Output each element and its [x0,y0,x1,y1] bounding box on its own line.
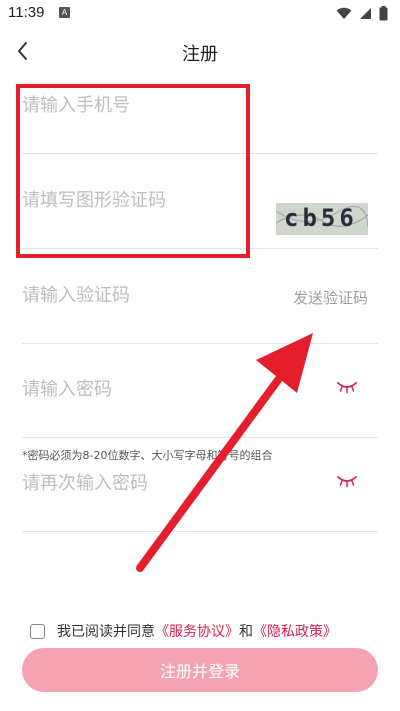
status-time: 11:39 [8,4,45,21]
code-field: 发送验证码 [22,250,378,344]
captcha-text: cb56 [284,204,358,232]
notification-icon: A [59,7,70,18]
privacy-policy-link[interactable]: 《隐私政策》 [253,621,337,641]
agreement-checkbox[interactable] [30,623,45,639]
battery-icon [379,6,388,21]
eye-closed-icon[interactable] [336,380,358,394]
confirm-password-field [22,438,378,532]
service-agreement-link[interactable]: 《服务协议》 [155,621,239,641]
phone-field [22,60,378,154]
agreement-row: 我已阅读并同意 《服务协议》 和 《隐私政策》 [30,619,380,643]
code-input[interactable] [22,280,262,310]
captcha-image[interactable]: cb56 [276,203,368,235]
register-login-button[interactable]: 注册并登录 [22,648,378,692]
captcha-input[interactable] [22,185,262,215]
phone-input[interactable] [22,90,262,120]
signal-icon [360,8,371,19]
send-code-button[interactable]: 发送验证码 [293,287,368,308]
password-input[interactable] [22,374,262,404]
captcha-field: cb56 [22,155,378,249]
status-icons [336,6,388,21]
agreement-and: 和 [239,624,253,640]
agreement-prefix: 我已阅读并同意 [57,624,155,640]
confirm-password-input[interactable] [22,468,262,498]
wifi-icon [336,7,352,19]
password-field [22,344,378,438]
eye-closed-icon[interactable] [336,474,358,488]
status-bar: 11:39 A [0,0,400,28]
